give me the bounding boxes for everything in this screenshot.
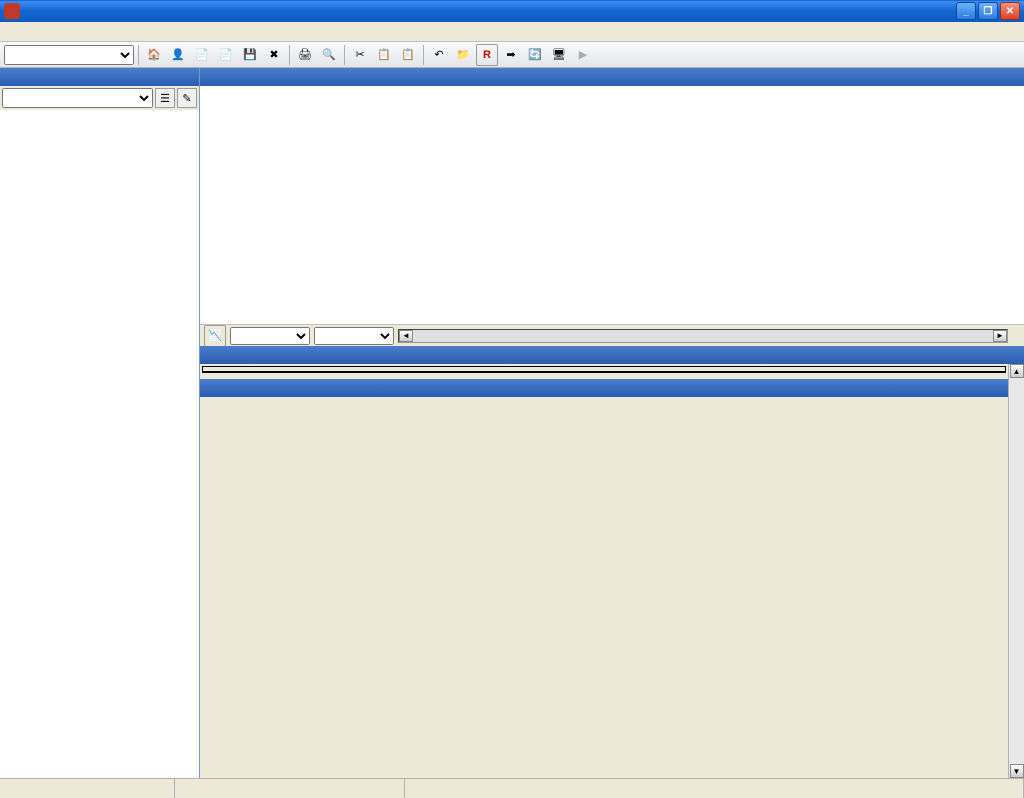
copy-icon[interactable]: 📋 — [373, 44, 395, 66]
save-icon[interactable]: 💾 — [239, 44, 261, 66]
stats-header — [200, 346, 1024, 364]
minimize-button[interactable]: _ — [956, 2, 976, 20]
list-edit-icon[interactable]: ✎ — [177, 88, 197, 108]
status-info — [405, 779, 1024, 798]
home-icon[interactable]: 🏠 — [143, 44, 165, 66]
datalist-header — [0, 68, 199, 86]
menubar — [0, 22, 1024, 42]
data-table-container[interactable] — [0, 110, 199, 778]
window-titlebar: _ ❐ ✕ — [0, 0, 1024, 22]
export-icon[interactable]: ➡ — [500, 44, 522, 66]
status-patient — [175, 779, 405, 798]
chart-scroll-left-icon[interactable]: ◄ — [399, 330, 413, 342]
data-source-combo[interactable] — [2, 88, 153, 108]
play-icon[interactable]: ▶ — [572, 44, 594, 66]
chart-profile-combo[interactable] — [230, 327, 310, 345]
bp-chart[interactable] — [200, 86, 1024, 324]
list-chart-icon[interactable]: ☰ — [155, 88, 175, 108]
user-icon[interactable]: 👤 — [167, 44, 189, 66]
cut-icon[interactable]: ✂ — [349, 44, 371, 66]
undo-icon[interactable]: ↶ — [428, 44, 450, 66]
measurement-type-combo[interactable] — [4, 45, 134, 65]
chart-style-icon[interactable]: 📉 — [204, 325, 226, 347]
preview-icon[interactable]: 🔍 — [318, 44, 340, 66]
delete-icon[interactable]: ✖ — [263, 44, 285, 66]
scroll-up-icon[interactable]: ▲ — [1010, 364, 1024, 378]
statusbar — [0, 778, 1024, 798]
stats-title — [203, 367, 1005, 372]
paste-icon[interactable]: 📋 — [397, 44, 419, 66]
doc1-icon[interactable]: 📄 — [191, 44, 213, 66]
print-icon[interactable]: 🖨 — [294, 44, 316, 66]
refresh-icon[interactable]: 🔄 — [524, 44, 546, 66]
stats-table-container — [202, 366, 1006, 373]
screen-icon[interactable]: 🖥 — [548, 44, 570, 66]
scroll-down-icon[interactable]: ▼ — [1010, 764, 1024, 778]
toolbar: 🏠 👤 📄 📄 💾 ✖ 🖨 🔍 ✂ 📋 📋 ↶ 📁 R ➡ 🔄 🖥 ▶ — [0, 42, 1024, 68]
chart-header — [200, 68, 1024, 86]
chart-range-combo[interactable] — [314, 327, 394, 345]
r-icon[interactable]: R — [476, 44, 498, 66]
status-user — [0, 779, 175, 798]
app-icon — [4, 3, 20, 19]
folder-icon[interactable]: 📁 — [452, 44, 474, 66]
right-panel-scrollbar[interactable]: ▲ ▼ — [1008, 364, 1024, 778]
doc2-icon[interactable]: 📄 — [215, 44, 237, 66]
maximize-button[interactable]: ❐ — [978, 2, 998, 20]
histogram-header — [200, 379, 1008, 397]
chart-scroll-right-icon[interactable]: ► — [993, 330, 1007, 342]
chart-horizontal-scrollbar[interactable]: ◄ ► — [398, 329, 1008, 343]
close-button[interactable]: ✕ — [1000, 2, 1020, 20]
